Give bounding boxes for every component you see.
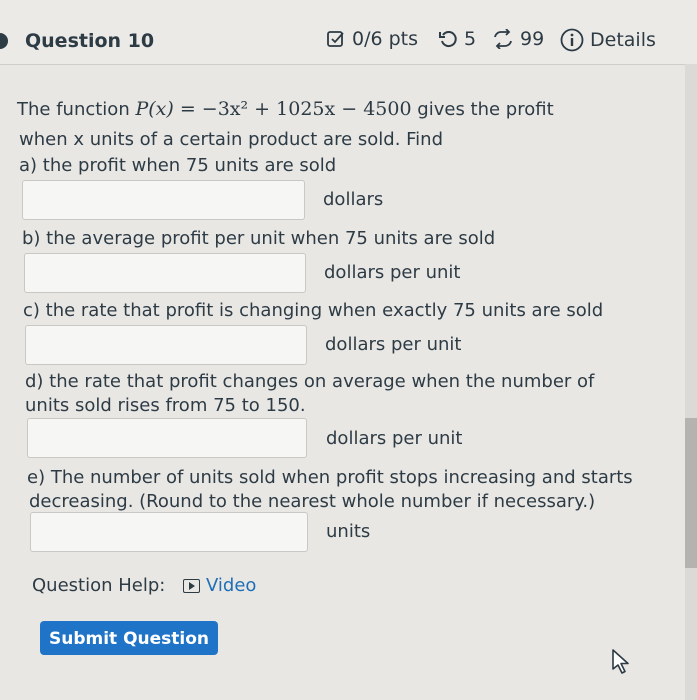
problem-intro-prefix: The function: [17, 99, 130, 120]
function-lhs: P(x) =: [135, 98, 202, 120]
problem-intro-suffix: gives the profit: [417, 99, 554, 120]
checkbox-edit-icon: [326, 29, 346, 49]
play-icon: [183, 578, 200, 593]
part-d-label-line-1: d) the rate that profit changes on avera…: [25, 371, 595, 392]
part-c-label: c) the rate that profit is changing when…: [23, 300, 604, 321]
question-header: Question 10 0/6 pts 5 99 Details: [0, 0, 697, 65]
problem-line-1: The function P(x) = −3x² + 1025x − 4500 …: [17, 97, 554, 122]
part-b-label: b) the average profit per unit when 75 u…: [22, 228, 496, 249]
info-icon: [560, 28, 584, 52]
function-rhs: −3x² + 1025x − 4500: [201, 98, 412, 120]
part-e-label-line-2: decreasing. (Round to the nearest whole …: [29, 491, 596, 512]
part-c-unit: dollars per unit: [325, 334, 462, 355]
attempts-count: 99: [520, 28, 545, 50]
scrollbar-thumb[interactable]: [685, 418, 697, 568]
points-display: 0/6 pts: [326, 28, 418, 50]
details-label: Details: [590, 29, 656, 51]
part-a-answer-input[interactable]: [22, 180, 305, 220]
question-title: Question 10: [25, 30, 155, 52]
part-d-answer-input[interactable]: [27, 418, 307, 458]
retries-display: 5: [438, 28, 476, 50]
video-label: Video: [206, 575, 257, 596]
part-d-label-line-2: units sold rises from 75 to 150.: [25, 395, 306, 416]
part-e-answer-input[interactable]: [30, 512, 308, 552]
submit-question-button[interactable]: Submit Question: [40, 621, 218, 655]
question-bullet: [0, 33, 8, 49]
points-text: 0/6 pts: [352, 28, 419, 50]
retries-count: 5: [464, 28, 477, 50]
part-d-unit: dollars per unit: [326, 428, 463, 449]
part-a-unit: dollars: [323, 189, 384, 210]
problem-line-2: when x units of a certain product are so…: [19, 129, 444, 150]
part-b-answer-input[interactable]: [24, 253, 306, 293]
video-link[interactable]: Video: [183, 575, 256, 596]
details-button[interactable]: Details: [560, 28, 656, 52]
function-expression: P(x) = −3x² + 1025x − 4500: [135, 98, 411, 120]
part-a-label: a) the profit when 75 units are sold: [19, 155, 337, 176]
undo-icon: [438, 29, 458, 49]
part-e-label-line-1: e) The number of units sold when profit …: [27, 467, 633, 488]
repeat-icon: [492, 29, 514, 49]
part-b-unit: dollars per unit: [324, 262, 461, 283]
scrollbar-track[interactable]: [685, 64, 697, 700]
part-e-unit: units: [326, 521, 371, 542]
part-c-answer-input[interactable]: [25, 325, 307, 365]
mouse-cursor-icon: [610, 648, 632, 680]
attempts-display: 99: [492, 28, 544, 50]
question-help-label: Question Help:: [32, 575, 166, 596]
